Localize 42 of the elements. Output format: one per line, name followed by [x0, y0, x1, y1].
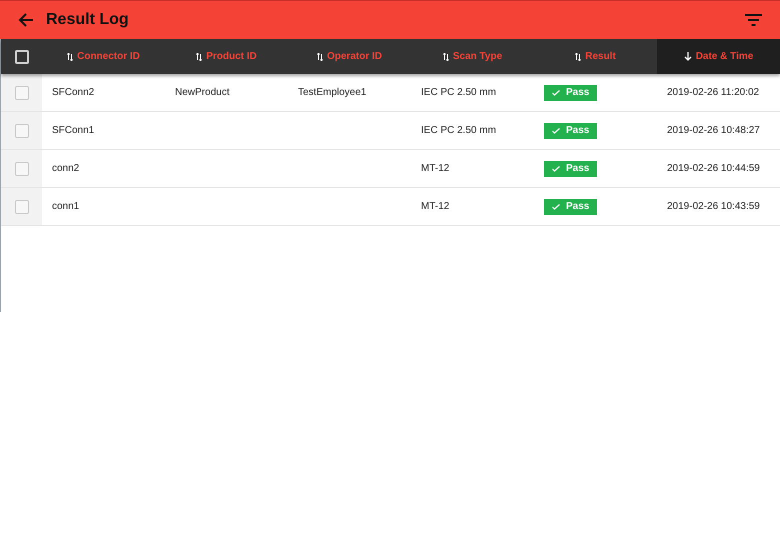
sort-icon [67, 52, 74, 60]
table-cell-text: SFConn2 [52, 86, 94, 100]
checkbox[interactable] [14, 86, 28, 100]
check-icon [552, 204, 560, 210]
table-cell-text: 2019-02-26 10:48:27 [667, 124, 760, 138]
result-badge: Pass [544, 160, 598, 176]
table-cell-text: IEC PC 2.50 mm [421, 124, 496, 138]
column-header[interactable]: Result [534, 39, 657, 74]
check-icon [552, 166, 560, 172]
table-cell-text: 2019-02-26 10:43:59 [667, 200, 760, 214]
column-header[interactable]: Date & Time [657, 39, 780, 74]
result-badge: Pass [544, 122, 598, 138]
page-title: Result Log [46, 10, 129, 30]
filter-icon[interactable] [745, 14, 762, 26]
sort-icon [575, 52, 582, 60]
check-icon [552, 128, 560, 134]
table-cell-text: conn2 [52, 162, 80, 176]
result-badge: Pass [544, 84, 598, 100]
checkbox[interactable] [14, 124, 28, 138]
sort-icon [442, 52, 449, 60]
check-icon [552, 90, 560, 96]
table-cell-text: IEC PC 2.50 mm [421, 86, 496, 100]
column-header[interactable]: Product ID [165, 39, 288, 74]
table-cell-text: TestEmployee1 [298, 86, 366, 100]
column-header[interactable]: Scan Type [411, 39, 534, 74]
table-cell-text: MT-12 [421, 200, 450, 214]
sort-down-icon [684, 52, 692, 61]
table-cell-text: 2019-02-26 11:20:02 [667, 86, 760, 100]
checkbox[interactable] [14, 162, 28, 176]
back-arrow-icon[interactable] [18, 12, 34, 28]
column-header[interactable]: Operator ID [288, 39, 411, 74]
table-cell-text: NewProduct [175, 86, 230, 100]
table-cell-text: conn1 [52, 200, 80, 214]
checkbox[interactable] [14, 50, 28, 64]
result-badge: Pass [544, 198, 598, 214]
table-cell-text: 2019-02-26 10:44:59 [667, 162, 760, 176]
sort-icon [196, 52, 202, 60]
column-header[interactable]: Connector ID [42, 39, 165, 74]
table-cell-text: SFConn1 [52, 124, 94, 138]
checkbox[interactable] [14, 200, 28, 214]
sort-icon [316, 52, 323, 60]
table-cell-text: MT-12 [421, 162, 450, 176]
